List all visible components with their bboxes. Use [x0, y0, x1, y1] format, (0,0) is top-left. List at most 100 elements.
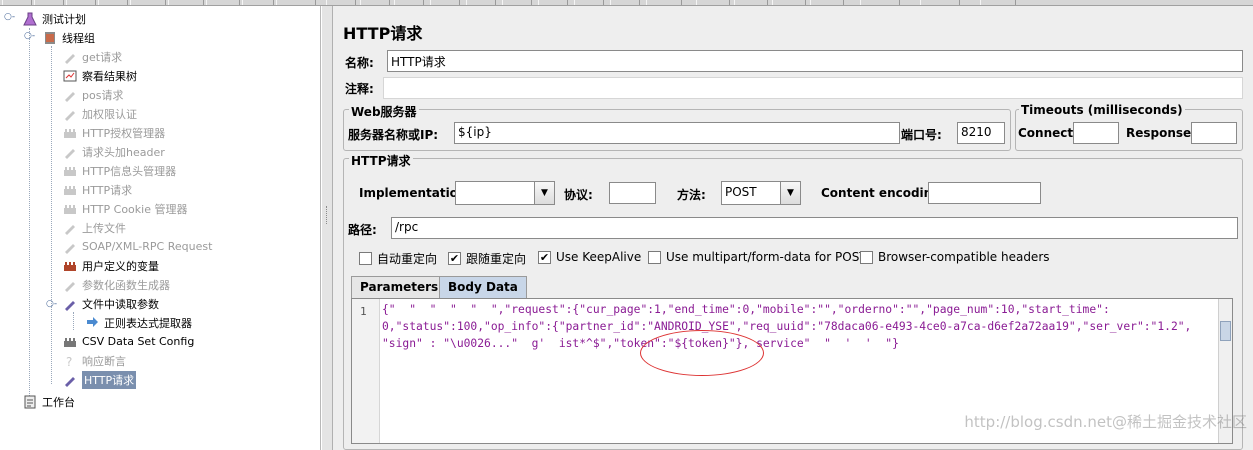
- tree-node-http-request-selected[interactable]: HTTP请求: [62, 370, 137, 389]
- tree-node-csv-data-set[interactable]: CSV Data Set Config: [62, 332, 194, 351]
- content-encoding-label: Content encoding:: [821, 186, 946, 200]
- tree-node-thread-group[interactable]: 线程组: [42, 28, 95, 47]
- tab-parameters[interactable]: Parameters: [351, 276, 448, 298]
- tree-node-label: pos请求: [82, 88, 124, 102]
- path-field[interactable]: /rpc: [391, 217, 1238, 239]
- auto-redirect-checkbox[interactable]: 自动重定向: [359, 250, 437, 267]
- tree-node-label: HTTP授权管理器: [82, 126, 166, 140]
- config-element-icon: [62, 182, 78, 198]
- config-element-icon: [62, 334, 78, 350]
- token-highlight-annotation: [640, 330, 764, 376]
- tree-node-read-file-params[interactable]: 文件中读取参数: [62, 294, 159, 313]
- extractor-arrow-icon: [84, 315, 100, 331]
- tree-node-label: 正则表达式提取器: [104, 316, 192, 330]
- tree-node-label: 测试计划: [42, 12, 86, 26]
- checkbox-box: [648, 250, 661, 264]
- implementation-select[interactable]: ▼: [455, 181, 555, 205]
- tree-node-label: 响应断言: [82, 354, 126, 368]
- tree-node-label: 加权限认证: [82, 107, 137, 121]
- config-element-icon: [62, 201, 78, 217]
- tree-node-label: 文件中读取参数: [82, 297, 159, 311]
- response-label: Response:: [1126, 126, 1196, 140]
- check-mark-icon: ✔: [538, 250, 551, 264]
- collapse-handle-icon[interactable]: ○-: [4, 12, 15, 22]
- tree-node-label: get请求: [82, 50, 123, 64]
- pipette-icon: [62, 296, 78, 312]
- test-plan-tree[interactable]: ○- ○- ○- 测试计划 线程组 get请求 察看结果树 pos请求 加权限认…: [0, 6, 321, 450]
- tree-node-http-request-disabled[interactable]: HTTP请求: [62, 180, 132, 199]
- content-encoding-field[interactable]: [928, 182, 1041, 204]
- tree-node-workbench[interactable]: 工作台: [22, 392, 75, 411]
- connect-timeout-field[interactable]: [1073, 122, 1119, 144]
- pipette-icon: [62, 144, 78, 160]
- tree-node-auth[interactable]: 加权限认证: [62, 104, 137, 123]
- method-value: POST: [722, 182, 780, 204]
- comment-field[interactable]: [383, 77, 1243, 99]
- body-data-code[interactable]: {" " " " " ","request":{"cur_page":1,"en…: [382, 301, 1222, 352]
- pipette-icon: [62, 277, 78, 293]
- tree-node-auth-manager[interactable]: HTTP授权管理器: [62, 123, 165, 142]
- method-select[interactable]: POST ▼: [721, 181, 801, 205]
- tree-node-upload-file[interactable]: 上传文件: [62, 218, 126, 237]
- port-field[interactable]: 8210: [957, 122, 1005, 144]
- tree-node-soap-request[interactable]: SOAP/XML-RPC Request: [62, 237, 212, 256]
- dropdown-arrow-icon: ▼: [534, 182, 554, 204]
- pipette-icon: [62, 49, 78, 65]
- watermark: http://blog.csdn.net@稀土掘金技术社区: [964, 413, 1247, 431]
- multipart-checkbox[interactable]: Use multipart/form-data for POST: [648, 250, 867, 264]
- tree-node-get-request[interactable]: get请求: [62, 47, 122, 66]
- checkbox-label: 跟随重定向: [466, 252, 527, 266]
- tree-node-header-manager[interactable]: HTTP信息头管理器: [62, 161, 176, 180]
- tree-node-label: 工作台: [42, 395, 75, 409]
- keepalive-checkbox[interactable]: ✔ Use KeepAlive: [538, 250, 641, 264]
- follow-redirects-checkbox[interactable]: ✔ 跟随重定向: [448, 250, 526, 267]
- tree-node-label: 用户定义的变量: [82, 259, 159, 273]
- split-pane-divider[interactable]: [321, 6, 333, 450]
- check-mark-icon: ✔: [448, 252, 461, 265]
- pipette-icon: [62, 220, 78, 236]
- tree-node-view-results-tree[interactable]: 察看结果树: [62, 66, 137, 85]
- question-assertion-icon: ?: [62, 353, 78, 369]
- tab-body-data[interactable]: Body Data: [439, 276, 527, 298]
- tree-node-label: 线程组: [62, 31, 95, 45]
- browser-headers-checkbox[interactable]: Browser-compatible headers: [860, 250, 1050, 264]
- pipette-icon: [62, 106, 78, 122]
- name-field[interactable]: HTTP请求: [387, 50, 1243, 72]
- port-label: 端口号:: [901, 128, 942, 142]
- chart-monitor-icon: [62, 68, 78, 84]
- tree-node-label: 上传文件: [82, 221, 126, 235]
- response-timeout-field[interactable]: [1191, 122, 1237, 144]
- checkbox-label: 自动重定向: [377, 252, 438, 266]
- collapse-handle-icon[interactable]: ○-: [24, 31, 35, 41]
- tree-node-user-variables[interactable]: 用户定义的变量: [62, 256, 159, 275]
- dropdown-arrow-icon: ▼: [780, 182, 800, 204]
- pipette-icon: [62, 239, 78, 255]
- page-title: HTTP请求: [343, 24, 423, 43]
- tree-node-add-header[interactable]: 请求头加header: [62, 142, 165, 161]
- server-name-label: 服务器名称或IP:: [348, 128, 439, 142]
- server-name-field[interactable]: ${ip}: [454, 122, 900, 144]
- tree-node-regex-extractor[interactable]: 正则表达式提取器: [84, 313, 192, 332]
- tree-node-cookie-manager[interactable]: HTTP Cookie 管理器: [62, 199, 187, 218]
- line-number-gutter: 1: [352, 299, 380, 443]
- pipette-icon: [62, 87, 78, 103]
- code-line: "sign" : "\u0026..." g' ist*^$","token":…: [382, 337, 899, 350]
- http-request-group-title: HTTP请求: [349, 152, 413, 169]
- collapse-handle-icon[interactable]: ○-: [46, 299, 57, 309]
- spool-icon: [42, 30, 58, 46]
- web-server-group-title: Web服务器: [349, 103, 419, 120]
- tree-node-param-function[interactable]: 参数化函数生成器: [62, 275, 170, 294]
- scrollbar-thumb[interactable]: [1220, 321, 1231, 341]
- tree-node-response-assertion[interactable]: ? 响应断言: [62, 351, 126, 370]
- protocol-label: 协议:: [564, 188, 593, 202]
- protocol-field[interactable]: [609, 182, 656, 204]
- clipboard-icon: [22, 394, 38, 410]
- tree-node-label: 请求头加header: [82, 145, 165, 159]
- tree-node-test-plan[interactable]: 测试计划: [22, 9, 86, 28]
- config-element-icon: [62, 125, 78, 141]
- flask-icon: [22, 11, 38, 27]
- code-line: 0,"status":100,"op_info":{"partner_id":"…: [382, 320, 1192, 333]
- tree-node-post-request[interactable]: pos请求: [62, 85, 123, 104]
- checkbox-box: [860, 250, 873, 264]
- tree-node-label: HTTP信息头管理器: [82, 164, 177, 178]
